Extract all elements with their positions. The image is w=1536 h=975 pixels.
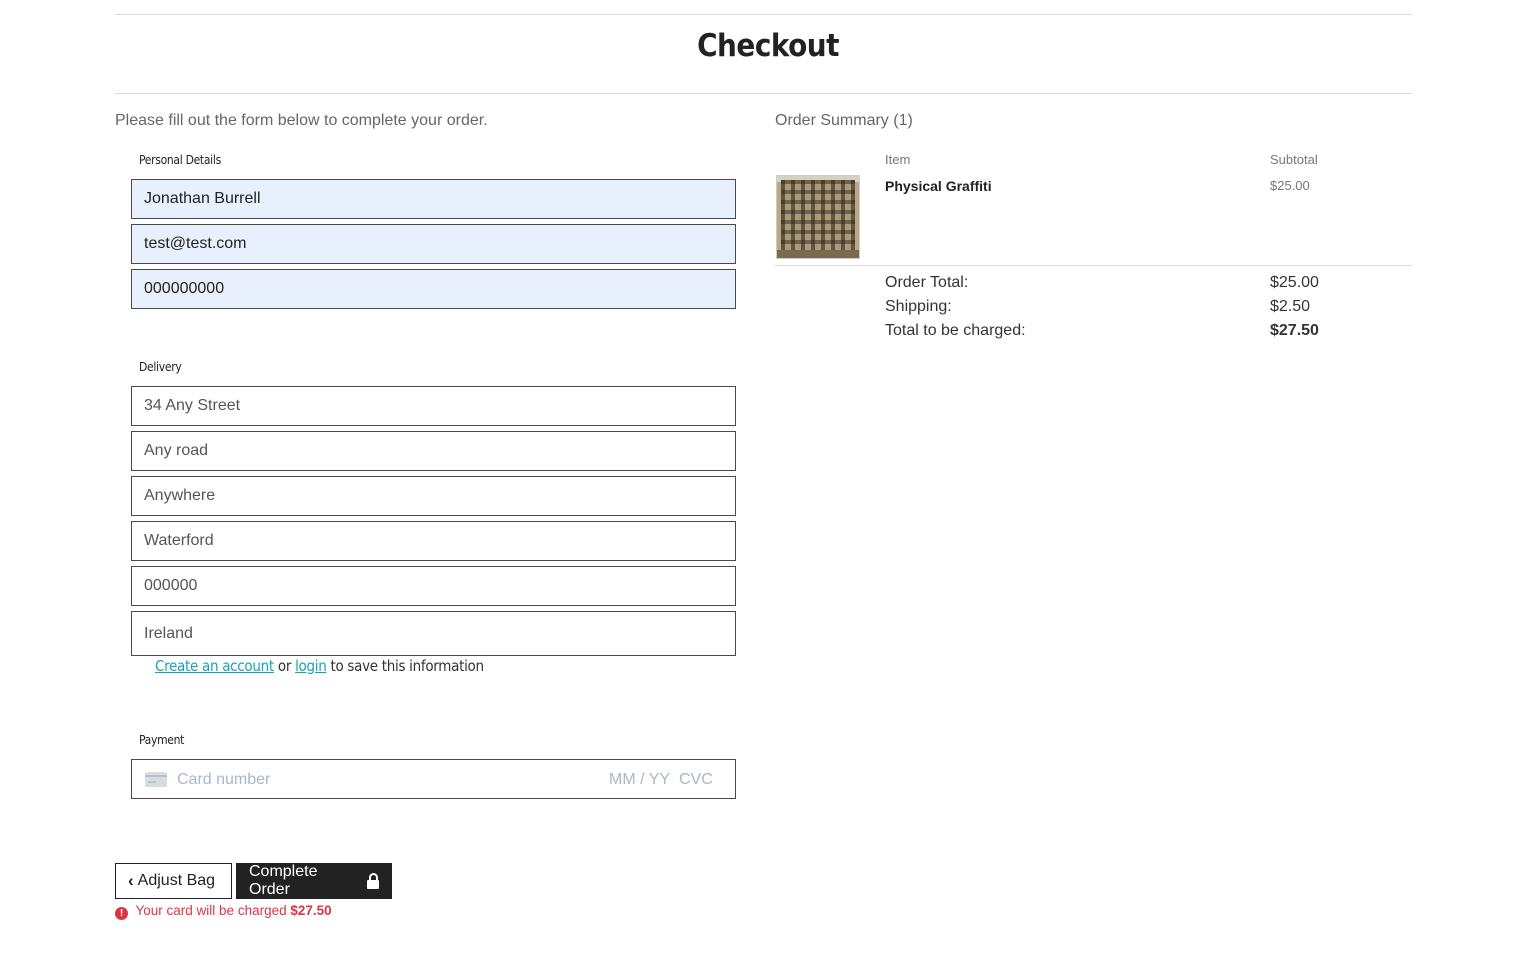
complete-order-button[interactable]: Complete Order: [236, 863, 392, 899]
header-divider: [115, 93, 1412, 94]
order-summary-title: Order Summary (1): [775, 112, 913, 129]
order-total-value: $25.00: [1270, 274, 1319, 291]
card-element[interactable]: Card number MM / YY CVC: [131, 759, 736, 799]
town-field[interactable]: [131, 476, 736, 516]
shipping-label: Shipping:: [885, 298, 952, 315]
product-thumbnail: [776, 175, 860, 259]
county-input[interactable]: [132, 522, 735, 560]
top-divider: [115, 14, 1412, 15]
charge-note-prefix: Your card will be charged: [135, 903, 287, 918]
street-address-2-field[interactable]: [131, 431, 736, 471]
adjust-bag-label: Adjust Bag: [137, 872, 216, 889]
full-name-input[interactable]: [132, 180, 735, 218]
form-intro: Please fill out the form below to comple…: [115, 112, 488, 129]
personal-details-legend: Personal Details: [139, 153, 221, 167]
phone-field[interactable]: [131, 269, 736, 309]
summary-divider: [775, 265, 1412, 266]
lock-icon: [367, 872, 379, 889]
card-number-placeholder[interactable]: Card number: [177, 771, 270, 789]
login-link[interactable]: login: [295, 657, 327, 675]
country-select[interactable]: [131, 611, 736, 656]
save-info-suffix: to save this information: [330, 657, 484, 675]
card-expiry-placeholder[interactable]: MM / YY: [609, 771, 670, 789]
shipping-value: $2.50: [1270, 298, 1311, 315]
postcode-input[interactable]: [132, 567, 735, 605]
chevron-left-icon: ‹: [128, 871, 134, 890]
charge-note-amount: $27.50: [290, 903, 332, 918]
line-item-subtotal: $25.00: [1270, 178, 1310, 193]
street-address-2-input[interactable]: [132, 432, 735, 470]
page-title: Checkout: [697, 28, 839, 64]
save-info-line: Create an account or login to save this …: [155, 657, 484, 675]
charge-note: ! Your card will be charged $27.50: [115, 903, 332, 920]
county-field[interactable]: [131, 521, 736, 561]
phone-input[interactable]: [132, 270, 735, 308]
order-total-label: Order Total:: [885, 274, 969, 291]
email-input[interactable]: [132, 225, 735, 263]
street-address-1-input[interactable]: [132, 387, 735, 425]
email-field[interactable]: [131, 224, 736, 264]
or-text: or: [277, 657, 292, 675]
street-address-1-field[interactable]: [131, 386, 736, 426]
line-item-name: Physical Graffiti: [885, 178, 992, 194]
delivery-legend: Delivery: [139, 360, 182, 374]
grand-total-value: $27.50: [1270, 322, 1319, 339]
item-column-header: Item: [885, 152, 911, 167]
full-name-field[interactable]: [131, 179, 736, 219]
payment-legend: Payment: [139, 733, 185, 747]
adjust-bag-button[interactable]: ‹ Adjust Bag: [115, 863, 232, 899]
card-cvc-placeholder[interactable]: CVC: [679, 771, 713, 789]
exclamation-circle-icon: !: [115, 907, 128, 920]
credit-card-icon: [145, 772, 167, 787]
postcode-field[interactable]: [131, 566, 736, 606]
town-input[interactable]: [132, 477, 735, 515]
create-account-link[interactable]: Create an account: [155, 657, 274, 675]
grand-total-label: Total to be charged:: [885, 322, 1026, 339]
subtotal-column-header: Subtotal: [1270, 152, 1318, 167]
country-input[interactable]: [132, 612, 735, 655]
complete-order-label: Complete Order: [249, 863, 318, 898]
